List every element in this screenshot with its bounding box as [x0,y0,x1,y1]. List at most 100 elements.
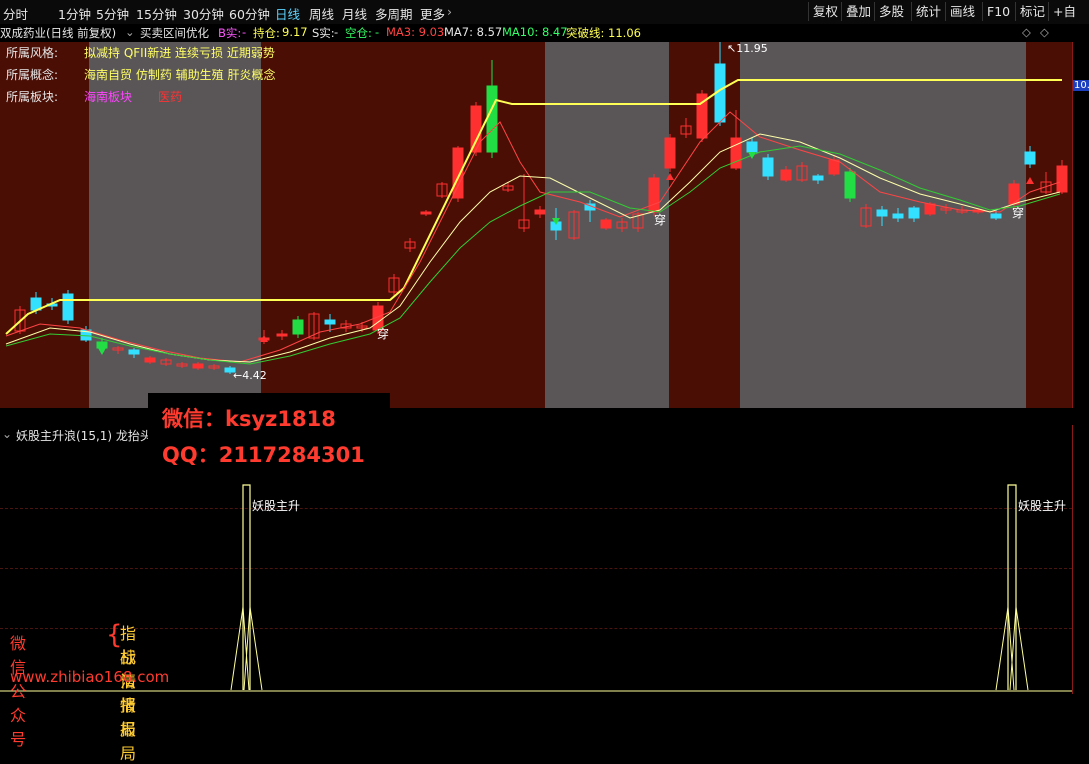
candle-body [1056,165,1068,193]
breakout-line [5,79,1062,335]
signal-arrow-icon [666,173,674,180]
chuan-marker: 穿 [654,213,667,227]
indicator-dropdown-icon[interactable]: ⌄ [125,25,135,39]
chuan-marker: 穿 [377,327,390,341]
candle-body [144,357,156,363]
candle-body [452,147,464,199]
s-label: S实: [312,26,335,40]
candle-body [892,213,904,219]
price-scale: 10. [1072,42,1089,408]
ma10-value: MA10: 8.47 [502,25,568,39]
candle-body [746,141,758,153]
stats-button[interactable]: 统计 [911,2,945,21]
stock-title: 双成药业(日线 前复权) [0,26,117,40]
candle-body [1024,151,1036,165]
sector-label: 所属板块: [6,90,59,104]
candle-body [876,209,888,217]
concept-row: 所属概念: 海南自贸 仿制药 辅助生殖 肝炎概念 [6,66,275,83]
collapse-icon[interactable]: ◇ [1022,25,1031,39]
indicator-title[interactable]: 妖股主升浪(15,1) 龙抬头 [16,427,152,444]
f10-button[interactable]: F10 [982,2,1014,21]
wechat-contact: 微信：ksyz1818 [162,407,336,431]
promo-wechat-label: 微信公众号 [10,634,27,749]
promo-url[interactable]: www.zhibiao168.com [10,668,169,686]
candle-body [276,333,288,337]
chuan-marker: 穿 [1012,206,1025,220]
tab-15min[interactable]: 15分钟 [136,4,177,23]
breakout-value: 突破线: 11.06 [566,26,641,40]
tab-more[interactable]: 更多 [420,4,445,23]
indicator-name[interactable]: 买卖区间优化 [140,25,209,41]
tab-1min[interactable]: 1分钟 [58,4,91,23]
candle-body [534,209,546,215]
b-label: B实: [218,26,242,40]
tab-daily[interactable]: 日线 [275,4,300,23]
signal-spike [243,606,263,691]
empty-label: 空仓: [345,26,372,40]
tab-monthly[interactable]: 月线 [342,4,367,23]
period-toolbar: 分时 1分钟 5分钟 15分钟 30分钟 60分钟 日线 周线 月线 多周期 更… [0,0,1089,38]
style-value: 拟减持 QFII新进 连续亏损 近期弱势 [84,46,275,60]
kline-chart[interactable]: 所属风格: 拟减持 QFII新进 连续亏损 近期弱势 所属概念: 海南自贸 仿制药 … [0,42,1072,424]
indicator-dropdown-icon[interactable]: ⌄ [2,427,12,441]
concept-value: 海南自贸 仿制药 辅助生殖 肝炎概念 [84,68,276,82]
candle-body [324,319,336,325]
signal-label: 妖股主升 [252,499,301,513]
overlay-button[interactable]: 叠加 [841,2,875,21]
candle-body [470,105,482,153]
candle-body [664,137,676,169]
candle-body [62,293,74,321]
ma3-line [5,111,1061,363]
tab-30min[interactable]: 30分钟 [183,4,224,23]
hold-value: 9.17 [282,25,308,39]
current-price-tag: 10. [1073,80,1089,91]
mark-button[interactable]: 标记 [1015,2,1049,21]
sector-value-pharma[interactable]: 医药 [158,90,182,104]
candle-body [990,213,1002,219]
signal-label: 妖股主升 [1018,499,1067,513]
indicator-info-bar: 双成药业(日线 前复权) ⌄ 买卖区间优化 B实: - 持仓: 9.17 S实:… [0,24,1089,42]
empty-value: - [375,25,380,39]
candle-body [292,319,304,335]
tab-5min[interactable]: 5分钟 [96,4,129,23]
ma10-line [5,145,1061,365]
signal-arrow-icon [1026,177,1034,184]
signal-arrow-icon [748,152,756,159]
qq-contact: QQ：2117284301 [162,443,365,467]
candle-body [96,341,108,349]
candle-body [420,211,432,215]
high-price-label: ↖11.95 [727,42,768,55]
hold-label: 持仓: [253,26,280,40]
tab-60min[interactable]: 60分钟 [229,4,270,23]
tab-weekly[interactable]: 周线 [309,4,334,23]
candle-body [1008,183,1020,205]
add-watchlist-button[interactable]: +自选 [1048,2,1089,38]
ma7-value: MA7: 8.57 [444,25,503,39]
draw-line-button[interactable]: 画线 [945,2,979,21]
candle-body [924,203,936,215]
candle-body [844,171,856,199]
ma7-line [5,133,1061,363]
tab-multi-period[interactable]: 多周期 [375,4,413,23]
s-value: - [334,25,339,39]
tab-fenshi[interactable]: 分时 [3,4,28,23]
candle-body [812,175,824,181]
chevron-right-icon[interactable]: › [447,4,452,19]
style-label: 所属风格: [6,46,59,60]
multi-stock-button[interactable]: 多股 [874,2,908,21]
fuquan-button[interactable]: 复权 [808,2,842,21]
settings-diamond-icon[interactable]: ◇ [1040,25,1049,39]
sector-value-hainan[interactable]: 海南板块 [84,90,132,104]
signal-arrow-icon [98,348,106,355]
candle-body [600,219,612,229]
b-value: - [242,25,247,39]
signal-spike [230,606,250,691]
contact-watermark: 微信：ksyz1818 QQ：2117284301 [148,393,390,477]
promo-line2: 战法情报局 [120,648,137,763]
candle-body [908,207,920,219]
candle-body [486,85,498,153]
ma3-value: MA3: 9.03 [386,25,445,39]
candle-body [828,159,840,175]
candle-body [648,177,660,213]
low-price-label: ←4.42 [233,369,267,382]
